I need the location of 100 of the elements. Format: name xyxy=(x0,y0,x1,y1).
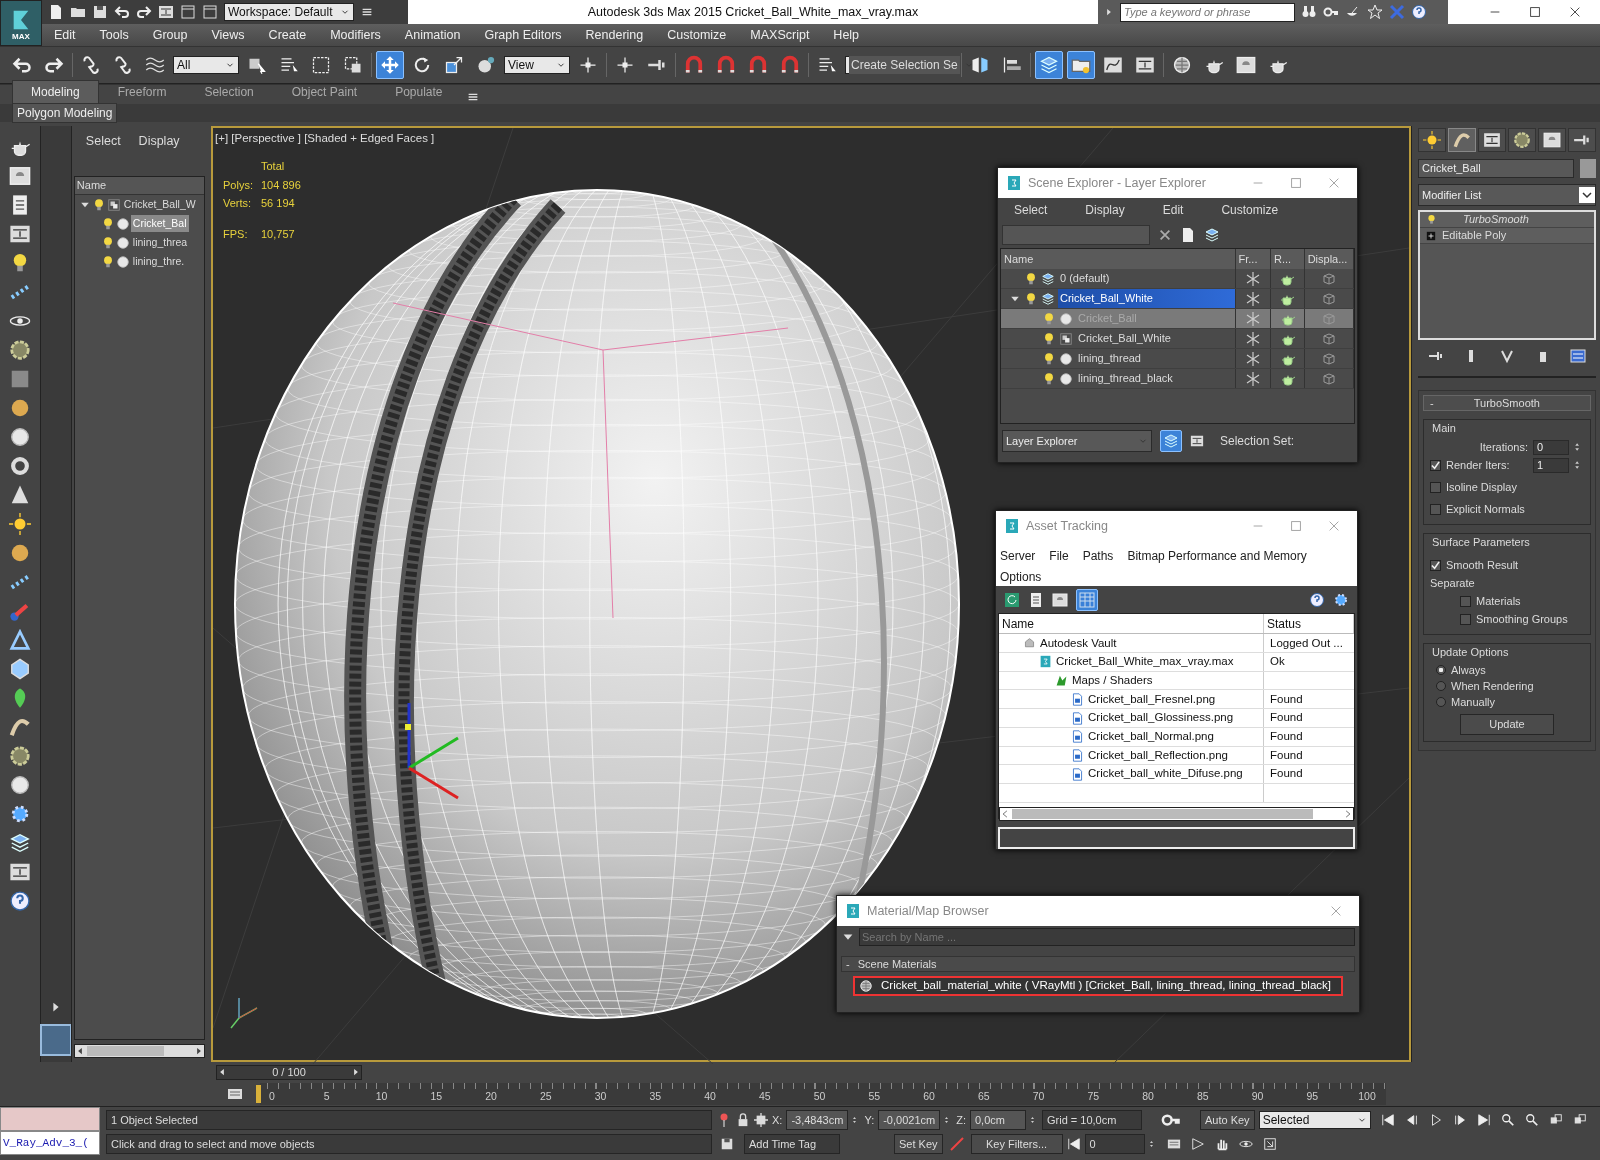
menu-item[interactable]: Help xyxy=(821,25,872,45)
workspace-dropdown[interactable]: Workspace: Default xyxy=(224,3,354,21)
column-header[interactable]: Name xyxy=(1001,249,1236,269)
coordinate-field[interactable]: -0,0021cm xyxy=(878,1110,941,1130)
asset-name[interactable]: Cricket_ball_Glossiness.png xyxy=(1088,709,1234,727)
menu-item[interactable]: Edit xyxy=(1150,201,1196,219)
tree-row[interactable]: lining_thread xyxy=(1001,349,1354,369)
tree-item[interactable]: Cricket_Bal xyxy=(130,214,189,233)
stat-label: Verts: xyxy=(223,196,253,211)
menu-item[interactable]: Display xyxy=(1073,201,1137,219)
menu-item[interactable]: Rendering xyxy=(573,25,656,45)
tree-item-label[interactable]: lining_thread xyxy=(1076,349,1235,368)
modifier-list-dropdown[interactable]: Modifier List xyxy=(1418,184,1596,206)
asset-name[interactable]: Cricket_ball_Reflection.png xyxy=(1088,746,1228,764)
object-name-field[interactable]: Cricket_Ball xyxy=(1418,159,1574,178)
menu-item[interactable]: Select xyxy=(85,132,121,170)
stat-value: 56 194 xyxy=(261,196,296,211)
menu-item[interactable]: Modifiers xyxy=(318,25,393,45)
asset-status: Logged Out ... xyxy=(1269,635,1343,651)
menu-item[interactable]: Paths xyxy=(1082,547,1114,566)
menu-item[interactable]: MAXScript xyxy=(738,25,822,45)
asset-name[interactable]: Cricket_ball_Fresnel.png xyxy=(1088,690,1216,708)
ribbon-tab[interactable]: Freeform xyxy=(98,80,186,104)
key-mode-dropdown[interactable]: Selected xyxy=(1258,1111,1371,1129)
menu-item[interactable]: Customize xyxy=(655,25,739,45)
asset-status: Found xyxy=(1269,710,1303,726)
app-logo[interactable]: MAX xyxy=(0,0,42,46)
selection-filter-dropdown[interactable]: All xyxy=(173,56,239,74)
search-field[interactable]: Search by Name ... xyxy=(859,928,1355,946)
tree-item[interactable]: lining_thre. xyxy=(130,252,187,271)
field-label: Iterations: xyxy=(1479,439,1528,455)
frame-counter[interactable]: 0 / 100 xyxy=(216,1064,362,1080)
explorer-mode-dropdown[interactable]: Layer Explorer xyxy=(1002,430,1152,452)
menu-item[interactable]: Group xyxy=(140,25,200,45)
stat-label: FPS: xyxy=(223,226,249,242)
menu-item[interactable]: File xyxy=(1049,547,1069,566)
menu-item[interactable]: Customize xyxy=(1209,201,1291,219)
tick-label: 45 xyxy=(757,1089,772,1104)
search-field[interactable]: Type a keyword or phrase xyxy=(1120,2,1295,22)
tree-row[interactable]: Cricket_Ball_White xyxy=(1001,329,1354,349)
material-group-header[interactable]: - Scene Materials xyxy=(841,956,1355,972)
ribbon-tab[interactable]: Modeling xyxy=(12,80,99,104)
asset-name[interactable]: Autodesk Vault xyxy=(1040,634,1117,652)
tree-item-label[interactable]: Cricket_Ball_White xyxy=(1058,289,1235,308)
asset-status: Found xyxy=(1269,691,1303,707)
coordinate-field[interactable]: -3,4843cm xyxy=(786,1110,849,1130)
ribbon-panel-tab[interactable]: Polygon Modeling xyxy=(12,103,118,123)
key-filters-button[interactable]: Key Filters... xyxy=(970,1134,1063,1154)
menu-item[interactable]: Edit xyxy=(42,25,88,45)
radio-label: Manually xyxy=(1451,694,1496,710)
tick-label: 50 xyxy=(812,1089,827,1104)
column-header[interactable]: Fr... xyxy=(1235,249,1272,269)
menu-item[interactable]: Options xyxy=(1000,567,1042,587)
set-key-button[interactable]: Set Key xyxy=(894,1134,943,1154)
maxscript-listener-text[interactable]: V_Ray_Adv_3_( xyxy=(0,1131,100,1155)
tick-label: 80 xyxy=(1141,1089,1155,1104)
radio-label: Always xyxy=(1451,662,1486,678)
menu-item[interactable]: Views xyxy=(199,25,257,45)
tree-row[interactable]: Cricket_Ball_White xyxy=(1001,289,1354,309)
menu-item[interactable]: Animation xyxy=(392,25,473,45)
ribbon-tab[interactable]: Object Paint xyxy=(272,80,377,104)
column-header[interactable]: Name xyxy=(999,614,1264,634)
menu-item[interactable]: Create xyxy=(256,25,319,45)
coordinate-field[interactable]: 0,0cm xyxy=(970,1110,1026,1130)
tree-item-label[interactable]: 0 (default) xyxy=(1058,269,1235,288)
asset-name[interactable]: Cricket_ball_white_Difuse.png xyxy=(1088,765,1243,783)
tree-item[interactable]: lining_threa xyxy=(130,233,190,252)
ribbon-tab[interactable]: Selection xyxy=(185,80,273,104)
column-header[interactable]: Status xyxy=(1264,614,1354,634)
asset-name[interactable]: Cricket_Ball_White_max_vray.max xyxy=(1056,653,1234,671)
tree-item-label[interactable]: Cricket_Ball_White xyxy=(1076,329,1235,348)
menu-item[interactable]: Display xyxy=(138,132,180,170)
menu-item[interactable]: Bitmap Performance and Memory xyxy=(1127,547,1307,566)
auto-key-button[interactable]: Auto Key xyxy=(1200,1110,1255,1130)
menu-item[interactable]: Tools xyxy=(87,25,141,45)
stat-value: 104 896 xyxy=(261,177,301,193)
menu-item[interactable]: Select xyxy=(1002,201,1060,219)
column-header[interactable]: R... xyxy=(1271,249,1305,269)
tree-item-label[interactable]: lining_thread_black xyxy=(1076,369,1235,388)
reference-coordinate-dropdown[interactable]: View xyxy=(504,56,570,74)
menu-item[interactable]: Server xyxy=(1000,547,1036,566)
menu-item[interactable]: Graph Editors xyxy=(472,25,574,45)
spinner-field[interactable]: 1 xyxy=(1533,457,1569,473)
column-header[interactable]: Name xyxy=(74,177,204,195)
current-frame-field[interactable]: 0 xyxy=(1084,1134,1145,1154)
viewport-label[interactable]: [+] [Perspective ] [Shaded + Edged Faces ] xyxy=(215,130,435,148)
update-button[interactable]: Update xyxy=(1460,714,1554,735)
tick-label: 70 xyxy=(1031,1089,1046,1104)
tree-row[interactable]: lining_thread_black xyxy=(1001,369,1354,389)
tree-item[interactable]: Cricket_Ball_W xyxy=(121,195,198,214)
column-header[interactable]: Displa... xyxy=(1304,249,1354,269)
tick-label: 65 xyxy=(976,1089,991,1104)
material-item[interactable]: Cricket_ball_material_white ( VRayMtl ) [Cricket_Ball, lining_thread, lining_thread_black] xyxy=(853,976,1343,996)
spinner-field[interactable]: 0 xyxy=(1533,439,1569,455)
ribbon-tab[interactable]: Populate xyxy=(376,80,462,104)
axis-label: Z: xyxy=(956,1112,966,1128)
add-time-tag-field[interactable]: Add Time Tag xyxy=(744,1134,840,1154)
asset-name[interactable]: Cricket_ball_Normal.png xyxy=(1088,728,1214,746)
asset-name[interactable]: Maps / Shaders xyxy=(1072,672,1153,690)
rollout-header[interactable]: - TurboSmooth xyxy=(1423,395,1591,411)
